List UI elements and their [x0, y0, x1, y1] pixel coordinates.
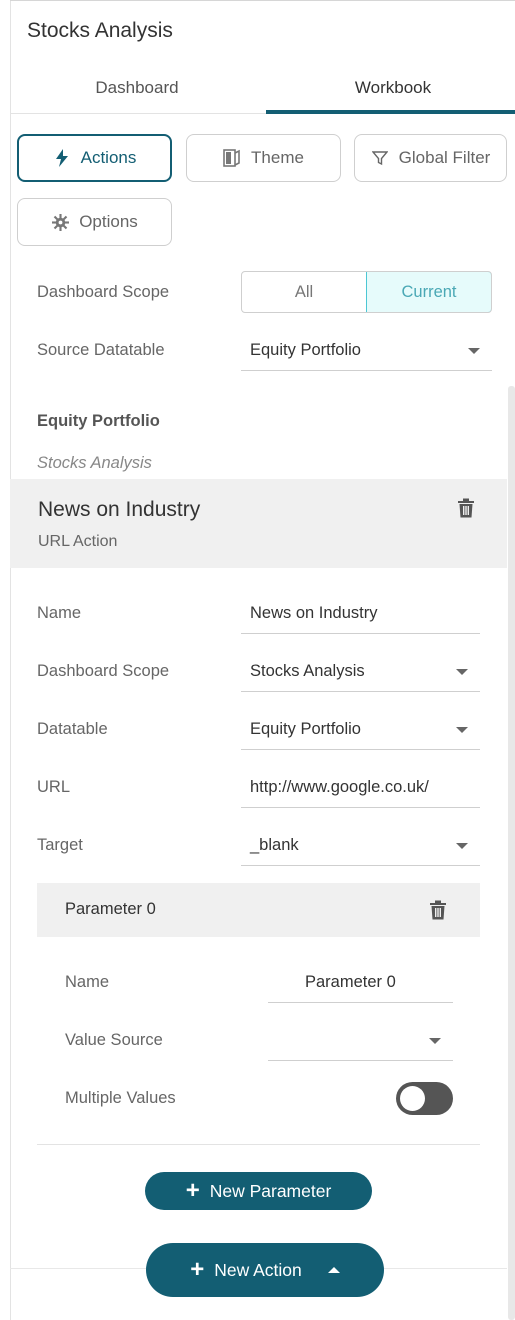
url-label: URL: [37, 778, 71, 796]
value-source-select[interactable]: [268, 1019, 453, 1061]
scrollbar[interactable]: [508, 386, 515, 1320]
multiple-values-label: Multiple Values: [65, 1089, 176, 1107]
panel-top-border: [10, 0, 515, 1]
actions-button[interactable]: Actions: [17, 134, 172, 182]
actions-label: Actions: [80, 148, 137, 167]
action-name-input[interactable]: News on Industry: [241, 592, 480, 634]
parameter-card[interactable]: Parameter 0: [37, 883, 480, 937]
datatable-value: Equity Portfolio: [250, 720, 361, 738]
new-action-label: New Action: [214, 1259, 302, 1280]
delete-action-icon[interactable]: [457, 498, 475, 518]
action-scope-label: Dashboard Scope: [37, 662, 170, 680]
theme-icon: [223, 149, 241, 167]
chevron-down-icon: [429, 1038, 441, 1044]
divider: [37, 1144, 480, 1145]
target-select[interactable]: _blank: [241, 824, 480, 866]
action-card[interactable]: News on Industry URL Action: [10, 479, 507, 568]
parameter-title: Parameter 0: [65, 900, 156, 918]
url-input[interactable]: http://www.google.co.uk/: [241, 766, 480, 808]
target-label: Target: [37, 836, 83, 854]
new-parameter-button[interactable]: + New Parameter: [145, 1172, 372, 1210]
options-button[interactable]: Options: [17, 198, 172, 246]
dashboard-scope-toggle: All Current: [241, 271, 492, 313]
section-subtitle: Stocks Analysis: [37, 454, 152, 472]
dashboard-scope-label: Dashboard Scope: [37, 283, 170, 301]
parameter-name-label: Name: [65, 973, 110, 991]
page-title: Stocks Analysis: [27, 19, 173, 42]
datatable-label: Datatable: [37, 720, 108, 738]
action-scope-select[interactable]: Stocks Analysis: [241, 650, 480, 692]
chevron-down-icon: [468, 348, 480, 354]
section-title: Equity Portfolio: [37, 412, 160, 430]
chevron-up-icon: [327, 1267, 340, 1273]
tab-dashboard[interactable]: Dashboard: [10, 66, 264, 114]
new-action-button[interactable]: + New Action: [146, 1243, 384, 1297]
value-source-label: Value Source: [65, 1031, 163, 1049]
plus-icon: +: [185, 1177, 200, 1204]
new-parameter-label: New Parameter: [209, 1180, 332, 1201]
target-value: _blank: [250, 836, 299, 854]
tab-workbook[interactable]: Workbook: [266, 66, 515, 114]
action-scope-value: Stocks Analysis: [250, 662, 365, 680]
global-filter-label: Global Filter: [398, 148, 491, 167]
source-datatable-value: Equity Portfolio: [250, 341, 361, 359]
tab-bar: Dashboard Workbook: [10, 66, 515, 114]
multiple-values-toggle[interactable]: [396, 1082, 453, 1115]
source-datatable-label: Source Datatable: [37, 341, 165, 359]
plus-icon: +: [190, 1256, 205, 1283]
chevron-down-icon: [456, 727, 468, 733]
theme-label: Theme: [251, 148, 304, 167]
chevron-down-icon: [456, 843, 468, 849]
theme-button[interactable]: Theme: [186, 134, 341, 182]
options-label: Options: [79, 212, 138, 231]
action-name: News on Industry: [38, 498, 201, 521]
source-datatable-select[interactable]: Equity Portfolio: [241, 329, 492, 371]
parameter-name-input[interactable]: Parameter 0: [268, 961, 453, 1003]
global-filter-button[interactable]: Global Filter: [354, 134, 507, 182]
action-type: URL Action: [38, 533, 118, 550]
lightning-icon: [53, 149, 71, 167]
gear-icon: [51, 213, 69, 231]
chevron-down-icon: [456, 669, 468, 675]
scope-current-option[interactable]: Current: [366, 272, 491, 312]
action-name-label: Name: [37, 604, 82, 622]
filter-icon: [371, 149, 389, 167]
scope-all-option[interactable]: All: [242, 272, 366, 312]
panel-left-border: [10, 0, 11, 1320]
delete-parameter-icon[interactable]: [429, 900, 447, 920]
datatable-select[interactable]: Equity Portfolio: [241, 708, 480, 750]
